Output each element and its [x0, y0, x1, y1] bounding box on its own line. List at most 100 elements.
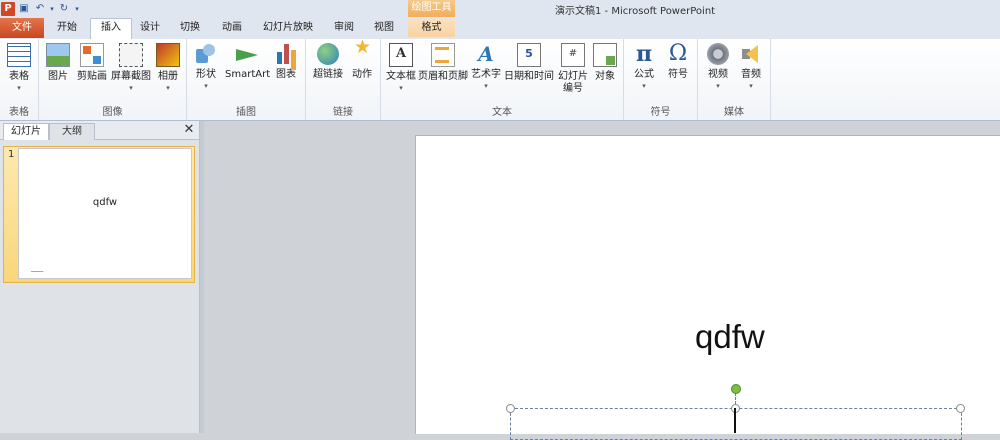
slides-panel: 幻灯片 大纲 ✕ 1 qdfw ▁▁▁▁ [0, 121, 200, 433]
group-links: 超链接 动作 链接 [306, 39, 381, 120]
chevron-down-icon: ▾ [749, 82, 753, 90]
calendar-icon: 5 [517, 43, 541, 67]
equation-button[interactable]: π 公式 ▾ [628, 43, 660, 91]
tab-transitions[interactable]: 切换 [172, 19, 208, 37]
chevron-down-icon: ▾ [129, 84, 133, 92]
group-images: 图片 剪贴画 屏幕截图 ▾ 相册 ▾ 图像 [39, 39, 187, 120]
redo-icon[interactable]: ↻ [57, 2, 71, 16]
group-label: 插图 [236, 107, 256, 118]
clipart-icon [80, 43, 104, 67]
object-button[interactable]: 对象 [591, 43, 619, 83]
chevron-down-icon: ▾ [204, 82, 208, 90]
object-icon [593, 43, 617, 67]
undo-dropdown-icon[interactable]: ▾ [49, 2, 55, 16]
group-label: 表格 [9, 107, 29, 118]
tab-view[interactable]: 视图 [366, 19, 402, 37]
smartart-button[interactable]: SmartArt [225, 43, 270, 81]
clipart-button[interactable]: 剪贴画 [75, 43, 109, 83]
drawing-tools-header: 绘图工具 [408, 0, 455, 17]
slide-canvas[interactable] [415, 135, 1000, 434]
group-media: 视频 ▾ 音频 ▾ 媒体 [698, 39, 771, 120]
chevron-down-icon: ▾ [642, 82, 646, 90]
video-button[interactable]: 视频 ▾ [702, 43, 734, 91]
group-label: 链接 [333, 107, 353, 118]
powerpoint-logo-icon[interactable]: P [1, 1, 15, 16]
wordart-icon: A [478, 42, 494, 66]
chevron-down-icon: ▾ [484, 82, 488, 90]
resize-handle-top-right[interactable] [956, 404, 965, 413]
thumbnail-subtitle-placeholder: ▁▁▁▁ [31, 267, 44, 272]
text-cursor [734, 408, 736, 433]
table-icon [7, 43, 31, 67]
tab-insert[interactable]: 插入 [90, 18, 132, 39]
omega-icon: Ω [668, 41, 688, 66]
group-label: 符号 [650, 107, 671, 118]
header-footer-button[interactable]: 页眉和页脚 [418, 43, 468, 83]
smartart-icon [236, 43, 258, 65]
slide-title-text[interactable]: qdfw [695, 318, 765, 356]
album-button[interactable]: 相册 ▾ [153, 43, 183, 93]
audio-button[interactable]: 音频 ▾ [736, 43, 766, 91]
screenshot-icon [119, 43, 143, 67]
tab-format[interactable]: 格式 [408, 19, 455, 37]
film-reel-icon [707, 43, 729, 65]
chevron-down-icon: ▾ [17, 84, 21, 92]
photo-album-icon [156, 43, 180, 67]
ribbon: 表格 ▾ 表格 图片 剪贴画 屏幕截图 ▾ 相册 ▾ 图像 形状 ▾ Smart… [0, 39, 1000, 121]
group-label: 图像 [102, 107, 123, 118]
slide-thumbnail[interactable]: qdfw ▁▁▁▁ [18, 148, 192, 279]
resize-handle-top-left[interactable] [506, 404, 515, 413]
picture-icon [46, 43, 70, 67]
chart-button[interactable]: 图表 [271, 43, 301, 81]
save-icon[interactable]: ▣ [17, 2, 31, 16]
close-icon[interactable]: ✕ [182, 122, 196, 137]
symbol-button[interactable]: Ω 符号 [662, 43, 694, 81]
screenshot-button[interactable]: 屏幕截图 ▾ [111, 43, 151, 93]
rotation-handle[interactable] [731, 384, 741, 394]
window-title: 演示文稿1 - Microsoft PowerPoint [555, 6, 716, 17]
tab-design[interactable]: 设计 [134, 19, 166, 37]
group-label: 文本 [492, 107, 512, 118]
action-button[interactable]: 动作 [348, 41, 376, 81]
wordart-button[interactable]: A 艺术字 ▾ [469, 43, 503, 91]
chevron-down-icon: ▾ [399, 84, 403, 92]
tab-outline[interactable]: 大纲 [49, 123, 95, 140]
textbox-button[interactable]: A 文本框 ▾ [384, 43, 418, 93]
customize-qat-icon[interactable]: ▾ [73, 2, 81, 16]
group-symbols: π 公式 ▾ Ω 符号 符号 [624, 39, 698, 120]
shapes-icon [195, 43, 217, 65]
tab-home[interactable]: 开始 [50, 19, 84, 37]
chart-icon [275, 43, 297, 65]
tab-animations[interactable]: 动画 [214, 19, 250, 37]
picture-button[interactable]: 图片 [43, 43, 73, 83]
tab-slideshow[interactable]: 幻灯片放映 [256, 19, 320, 37]
tab-file[interactable]: 文件 [0, 18, 44, 38]
slide-number: 1 [8, 149, 15, 160]
chevron-down-icon: ▾ [166, 84, 170, 92]
header-footer-icon [431, 43, 455, 67]
star-action-icon [351, 41, 373, 65]
undo-icon[interactable]: ↶ [33, 2, 47, 16]
title-bar [0, 0, 1000, 18]
group-label: 媒体 [724, 107, 744, 118]
quick-access-toolbar: P ▣ ↶ ▾ ↻ ▾ [0, 0, 81, 17]
tab-slides[interactable]: 幻灯片 [3, 123, 49, 140]
speaker-icon [740, 43, 762, 65]
table-button[interactable]: 表格 ▾ [4, 43, 34, 93]
panel-tab-row: 幻灯片 大纲 ✕ [0, 121, 199, 140]
chevron-down-icon: ▾ [716, 82, 720, 90]
group-text: A 文本框 ▾ 页眉和页脚 A 艺术字 ▾ 5 日期和时间 # 幻灯片 编号 对… [381, 39, 624, 120]
date-time-button[interactable]: 5 日期和时间 [503, 43, 555, 83]
textbox-icon: A [389, 43, 413, 67]
group-tables: 表格 ▾ 表格 [0, 39, 39, 120]
ribbon-tab-row: 文件 开始 插入 设计 切换 动画 幻灯片放映 审阅 视图 格式 [0, 17, 1000, 39]
slide-number-icon: # [561, 43, 585, 67]
globe-link-icon [317, 43, 339, 65]
shapes-button[interactable]: 形状 ▾ [191, 43, 221, 91]
slide-number-button[interactable]: # 幻灯片 编号 [555, 43, 591, 95]
hyperlink-button[interactable]: 超链接 [310, 43, 346, 81]
thumbnail-title: qdfw [92, 197, 118, 208]
group-illustrations: 形状 ▾ SmartArt 图表 插图 [187, 39, 306, 120]
pi-icon: π [635, 41, 653, 67]
tab-review[interactable]: 审阅 [326, 19, 362, 37]
